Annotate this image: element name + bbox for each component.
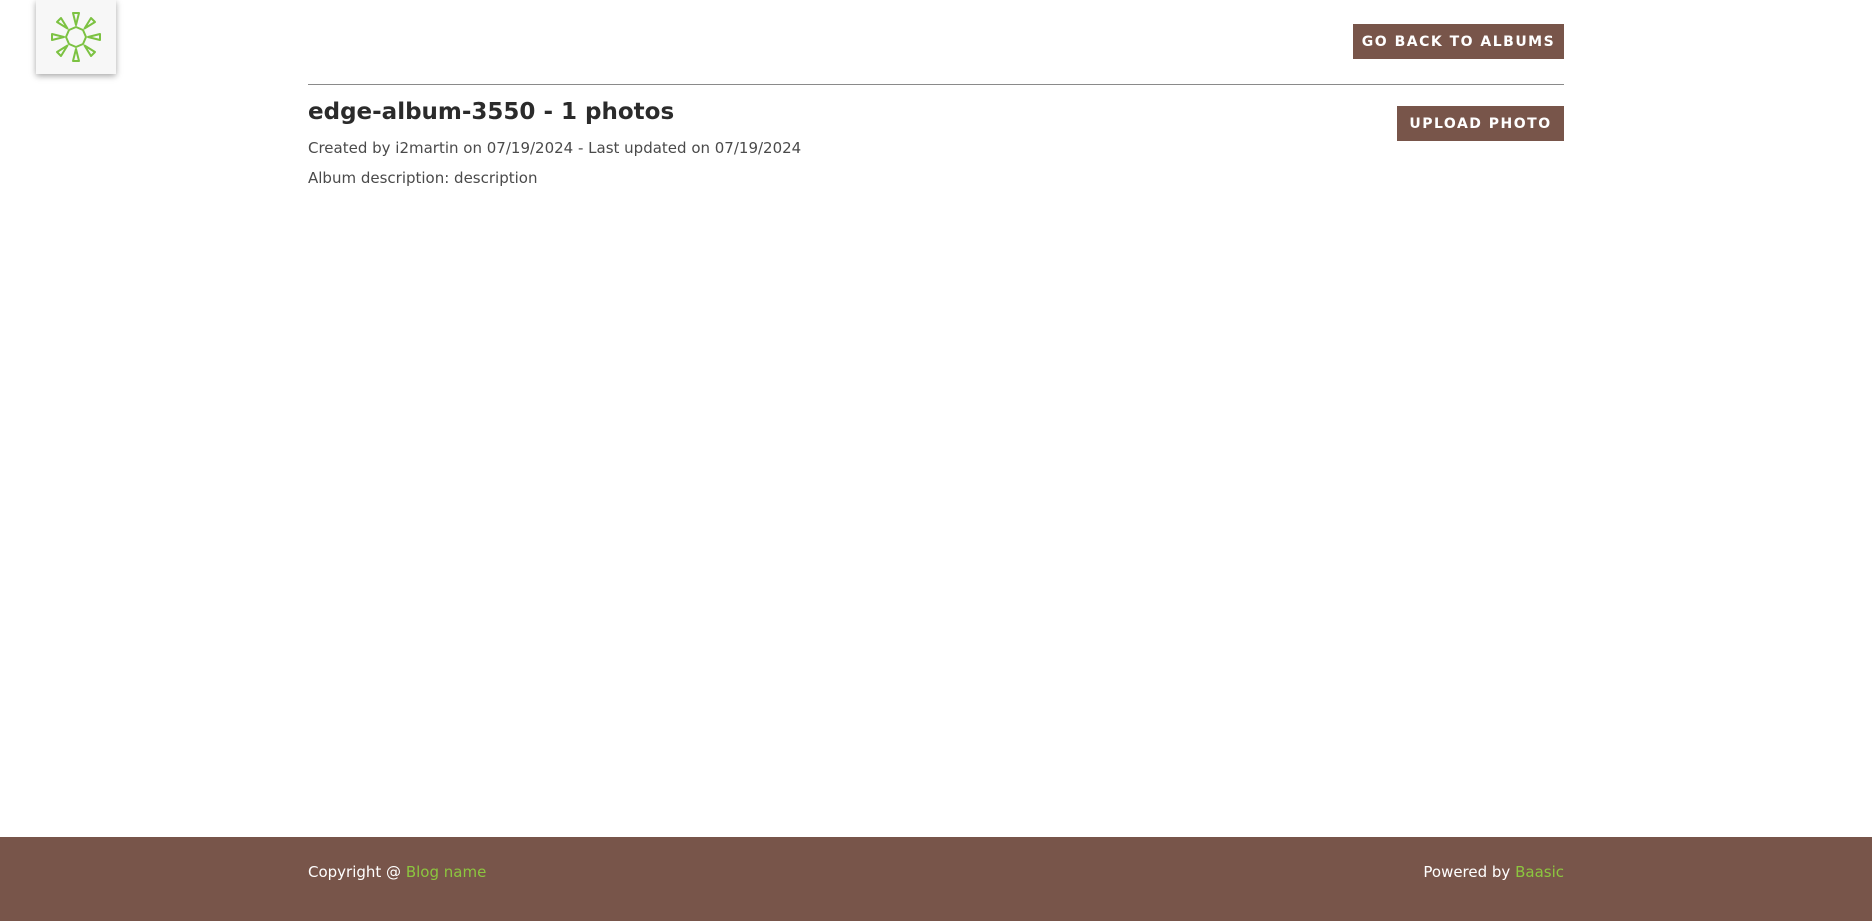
site-logo[interactable] (36, 0, 116, 74)
go-back-to-albums-button[interactable]: GO BACK TO ALBUMS (1353, 24, 1564, 59)
footer-copyright: Copyright @ Blog name (308, 863, 486, 881)
footer-powered-by: Powered by Baasic (1423, 863, 1564, 881)
baasic-link[interactable]: Baasic (1515, 863, 1564, 881)
upload-photo-button[interactable]: UPLOAD PHOTO (1397, 106, 1564, 141)
footer: Copyright @ Blog name Powered by Baasic (0, 837, 1872, 921)
header-divider (308, 84, 1564, 85)
album-meta: Created by i2martin on 07/19/2024 - Last… (308, 139, 802, 157)
powered-by-text: Powered by (1423, 863, 1516, 881)
album-description: Album description: description (308, 169, 538, 187)
blog-name-link[interactable]: Blog name (406, 863, 486, 881)
album-title: edge-album-3550 - 1 photos (308, 99, 675, 125)
copyright-text: Copyright @ (308, 863, 406, 881)
page: GO BACK TO ALBUMS edge-album-3550 - 1 ph… (0, 0, 1872, 921)
sun-logo-icon (51, 12, 101, 62)
